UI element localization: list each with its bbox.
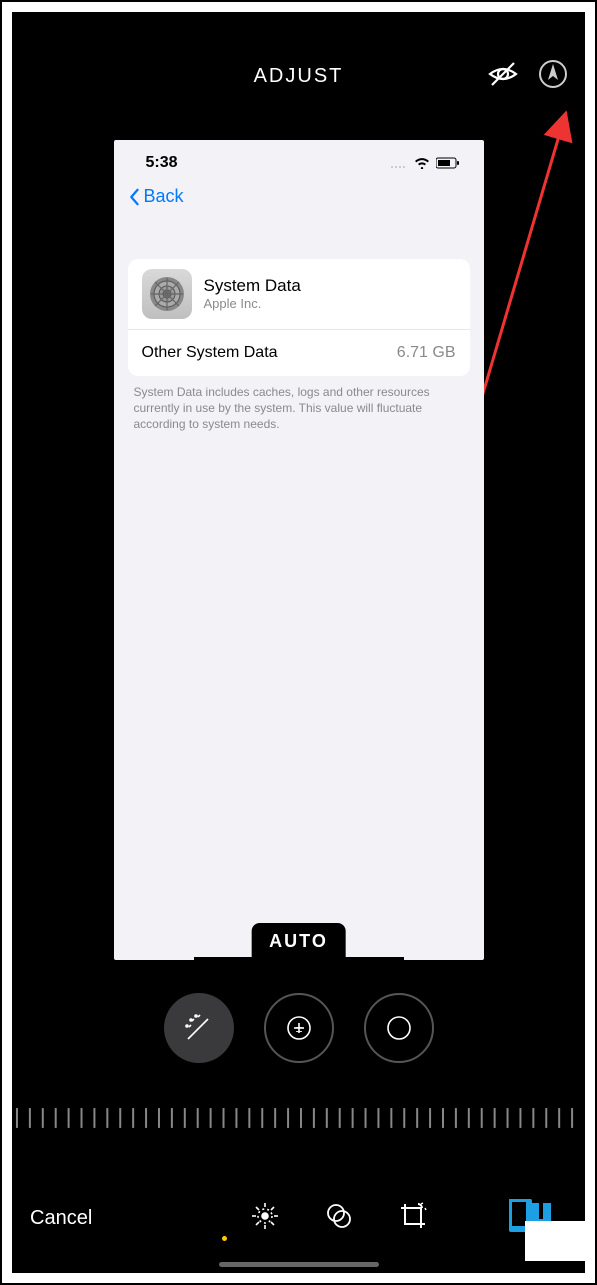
inner-row-label: Other System Data: [142, 344, 278, 362]
markup-icon[interactable]: [537, 58, 569, 95]
filters-tab-icon[interactable]: [324, 1201, 354, 1236]
original-toggle-icon[interactable]: [487, 58, 519, 95]
cancel-button[interactable]: Cancel: [12, 1207, 92, 1230]
inner-status-bar: 5:38: [114, 140, 484, 180]
auto-button[interactable]: AUTO: [251, 923, 346, 960]
cellular-icon: [390, 157, 408, 169]
battery-icon: [436, 157, 460, 169]
adjustment-dials-row: ±: [12, 993, 585, 1063]
settings-gear-icon: [142, 269, 192, 319]
inner-app-subtitle: Apple Inc.: [204, 296, 301, 311]
outer-frame: ADJUST: [0, 0, 597, 1285]
inner-status-indicators: [390, 157, 460, 169]
home-indicator[interactable]: [219, 1262, 379, 1267]
photo-editor-viewport: ADJUST: [12, 12, 585, 1273]
active-tab-dot: [222, 1236, 227, 1241]
inner-card-header-text: System Data Apple Inc.: [204, 276, 301, 311]
wifi-icon: [414, 157, 430, 169]
inner-nav-row: Back: [114, 180, 484, 229]
auto-enhance-dial[interactable]: [164, 993, 234, 1063]
editor-topbar: ADJUST: [12, 12, 585, 140]
inner-card-header: System Data Apple Inc.: [128, 259, 470, 330]
photo-preview-area[interactable]: 5:38 Back: [12, 140, 585, 963]
editor-mode-title: ADJUST: [254, 65, 344, 88]
adjust-tab-icon[interactable]: [250, 1201, 280, 1236]
watermark-logo: [497, 1199, 585, 1261]
exposure-dial[interactable]: ±: [264, 993, 334, 1063]
inner-status-time: 5:38: [146, 154, 178, 172]
chevron-left-icon: [128, 188, 140, 206]
inner-phone-screenshot: 5:38 Back: [114, 140, 484, 960]
crop-tab-icon[interactable]: [398, 1201, 428, 1236]
adjustment-slider[interactable]: [12, 1098, 585, 1138]
brilliance-dial[interactable]: [364, 993, 434, 1063]
svg-text:±: ±: [295, 1021, 302, 1035]
inner-back-label: Back: [144, 186, 184, 207]
inner-settings-card: System Data Apple Inc. Other System Data…: [128, 259, 470, 376]
topbar-icons: [487, 12, 569, 140]
inner-storage-row: Other System Data 6.71 GB: [128, 330, 470, 376]
inner-back-button: Back: [128, 186, 184, 207]
inner-app-title: System Data: [204, 276, 301, 296]
inner-footnote: System Data includes caches, logs and ot…: [114, 376, 484, 433]
inner-row-value: 6.71 GB: [397, 344, 456, 362]
